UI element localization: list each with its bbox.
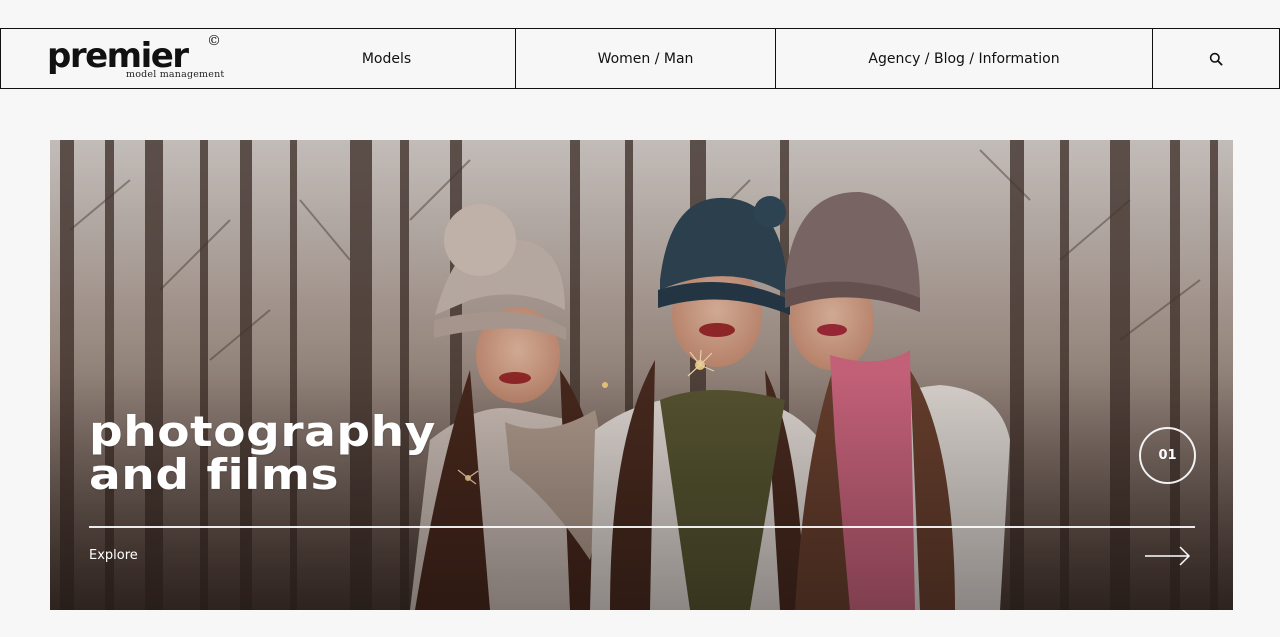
logo-wordmark: premier: [47, 35, 189, 76]
hero-title: photography and films: [89, 410, 436, 496]
nav-item-models[interactable]: Models: [258, 29, 516, 88]
explore-link[interactable]: Explore: [89, 548, 138, 563]
slide-counter: 01: [1139, 427, 1196, 484]
hero-title-line-1: photography: [89, 407, 436, 456]
hero-photo: [50, 140, 1233, 610]
logo-link[interactable]: premier © model management: [0, 29, 258, 88]
nav-item-women-man[interactable]: Women / Man: [516, 29, 776, 88]
site-header: premier © model management Models Women …: [0, 28, 1280, 89]
logo: premier © model management: [47, 33, 227, 81]
hero-divider: [89, 526, 1195, 528]
hero-banner: photography and films 01 Explore: [50, 140, 1233, 610]
logo-tagline: model management: [126, 68, 225, 80]
arrow-right-icon[interactable]: [1144, 545, 1192, 567]
nav-item-agency-blog-information[interactable]: Agency / Blog / Information: [776, 29, 1153, 88]
copyright-mark: ©: [207, 32, 221, 49]
search-button[interactable]: [1153, 29, 1280, 88]
hero-title-line-2: and films: [89, 450, 340, 499]
search-icon: [1209, 52, 1223, 66]
